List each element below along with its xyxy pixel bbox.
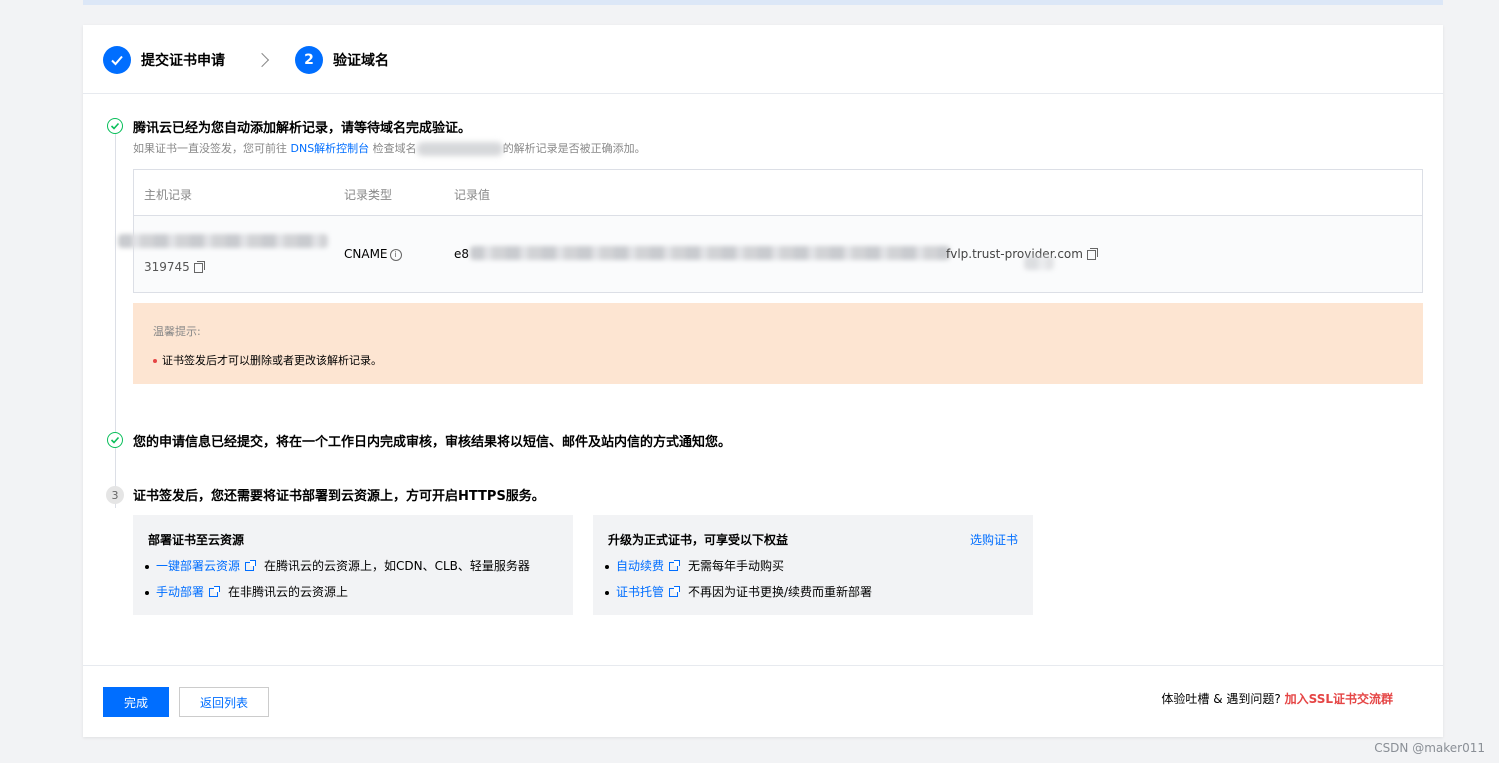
list-item: 手动部署 在非腾讯云的云资源上 <box>145 583 348 600</box>
external-link-icon[interactable] <box>669 560 681 571</box>
redacted-value-fragment <box>1024 256 1054 270</box>
step-2-number: 2 <box>295 46 323 74</box>
check-circle-icon <box>107 118 123 134</box>
buy-certificate-link[interactable]: 选购证书 <box>970 531 1018 548</box>
auto-renew-link[interactable]: 自动续费 <box>616 559 664 573</box>
cert-hosting-link[interactable]: 证书托管 <box>616 585 664 599</box>
notice-item-text: 证书签发后才可以删除或者更改该解析记录。 <box>162 354 382 367</box>
warm-tip-notice: 温馨提示: 证书签发后才可以删除或者更改该解析记录。 <box>133 303 1423 384</box>
feedback: 体验吐槽 & 遇到问题? 加入SSL证书交流群 <box>1161 690 1393 707</box>
stepper: 提交证书申请 2 验证域名 <box>103 45 389 75</box>
item-desc: 在非腾讯云的云资源上 <box>228 585 349 599</box>
list-item: 一键部署云资源 在腾讯云的云资源上，如CDN、CLB、轻量服务器 <box>145 557 530 574</box>
redacted-host <box>118 234 328 248</box>
step-1-label: 提交证书申请 <box>141 53 225 69</box>
join-group-link[interactable]: 加入SSL证书交流群 <box>1285 692 1393 706</box>
bullet-icon <box>145 590 149 595</box>
value-cell: fvlp.trust-provider.com <box>946 247 1098 261</box>
section2-title: 您的申请信息已经提交，将在一个工作日内完成审核，审核结果将以短信、邮件及站内信的… <box>133 435 732 450</box>
timeline-line <box>115 133 116 508</box>
bullet-icon <box>605 590 609 595</box>
chevron-right-icon <box>254 52 270 68</box>
col-type: 记录类型 <box>344 188 393 202</box>
deploy-box: 部署证书至云资源 一键部署云资源 在腾讯云的云资源上，如CDN、CLB、轻量服务器… <box>133 515 573 615</box>
host-cell: 319745 <box>144 260 205 274</box>
copy-icon[interactable] <box>1086 247 1098 260</box>
copy-icon[interactable] <box>193 260 205 273</box>
table-row: 319745 CNAME i e8 fvlp.trust-provider.com <box>118 216 1422 292</box>
type-cell: CNAME i <box>344 247 402 261</box>
col-value: 记录值 <box>454 188 491 202</box>
value-cell-prefix: e8 <box>454 247 470 261</box>
sub-middle: 检查域名 <box>369 142 417 155</box>
check-circle-icon <box>107 432 123 448</box>
list-item: 证书托管 不再因为证书更换/续费而重新部署 <box>605 583 872 600</box>
step-3-number: 3 <box>106 486 124 504</box>
header-divider <box>83 93 1443 94</box>
record-type: CNAME <box>344 247 388 261</box>
certificate-apply-card: 提交证书申请 2 验证域名 腾讯云已经为您自动添加解析记录，请等待域名完成验证。… <box>83 25 1443 737</box>
bullet-icon <box>145 564 149 569</box>
step-2-label: 验证域名 <box>333 53 389 69</box>
redacted-value <box>470 246 950 260</box>
list-item: 自动续费 无需每年手动购买 <box>605 557 784 574</box>
notice-title: 温馨提示: <box>153 325 201 338</box>
watermark: CSDN @maker011 <box>1374 741 1485 755</box>
section1-title: 腾讯云已经为您自动添加解析记录，请等待域名完成验证。 <box>133 121 472 136</box>
table-header: 主机记录 记录类型 记录值 <box>134 170 1422 216</box>
value-suffix: fvlp.trust-provider.com <box>946 247 1083 261</box>
footer-divider <box>83 665 1443 666</box>
sub-prefix: 如果证书一直没签发，您可前往 <box>133 142 291 155</box>
step-1-done-icon <box>103 46 131 74</box>
dns-console-link[interactable]: DNS解析控制台 <box>291 142 370 155</box>
sub-suffix: 的解析记录是否被正确添加。 <box>502 142 646 155</box>
done-button[interactable]: 完成 <box>103 687 169 717</box>
notice-item: 证书签发后才可以删除或者更改该解析记录。 <box>153 352 382 368</box>
item-desc: 在腾讯云的云资源上，如CDN、CLB、轻量服务器 <box>264 559 530 573</box>
upgrade-box: 升级为正式证书，可享受以下权益 选购证书 自动续费 无需每年手动购买 证书托管 不再… <box>593 515 1033 615</box>
upgrade-box-title: 升级为正式证书，可享受以下权益 <box>608 533 789 547</box>
deploy-box-title: 部署证书至云资源 <box>148 533 245 547</box>
top-banner-strip <box>83 0 1443 5</box>
external-link-icon[interactable] <box>209 586 221 597</box>
manual-deploy-link[interactable]: 手动部署 <box>156 585 204 599</box>
dns-record-table: 主机记录 记录类型 记录值 319745 CNAME i e8 fvlp.trus… <box>118 169 1423 293</box>
bullet-icon <box>153 359 157 363</box>
info-icon[interactable]: i <box>389 248 402 261</box>
external-link-icon[interactable] <box>245 560 257 571</box>
item-desc: 无需每年手动购买 <box>688 559 785 573</box>
one-click-deploy-link[interactable]: 一键部署云资源 <box>156 559 240 573</box>
item-desc: 不再因为证书更换/续费而重新部署 <box>688 585 873 599</box>
external-link-icon[interactable] <box>669 586 681 597</box>
host-tail: 319745 <box>144 260 190 274</box>
back-to-list-button[interactable]: 返回列表 <box>179 687 269 717</box>
section3-title: 证书签发后，您还需要将证书部署到云资源上，方可开启HTTPS服务。 <box>133 489 545 504</box>
bullet-icon <box>605 564 609 569</box>
col-host: 主机记录 <box>144 188 193 202</box>
redacted-domain <box>416 142 503 156</box>
feedback-text: 体验吐槽 & 遇到问题? <box>1161 692 1281 706</box>
section1-subtext: 如果证书一直没签发，您可前往 DNS解析控制台 检查域名 的解析记录是否被正确添加… <box>133 140 646 156</box>
